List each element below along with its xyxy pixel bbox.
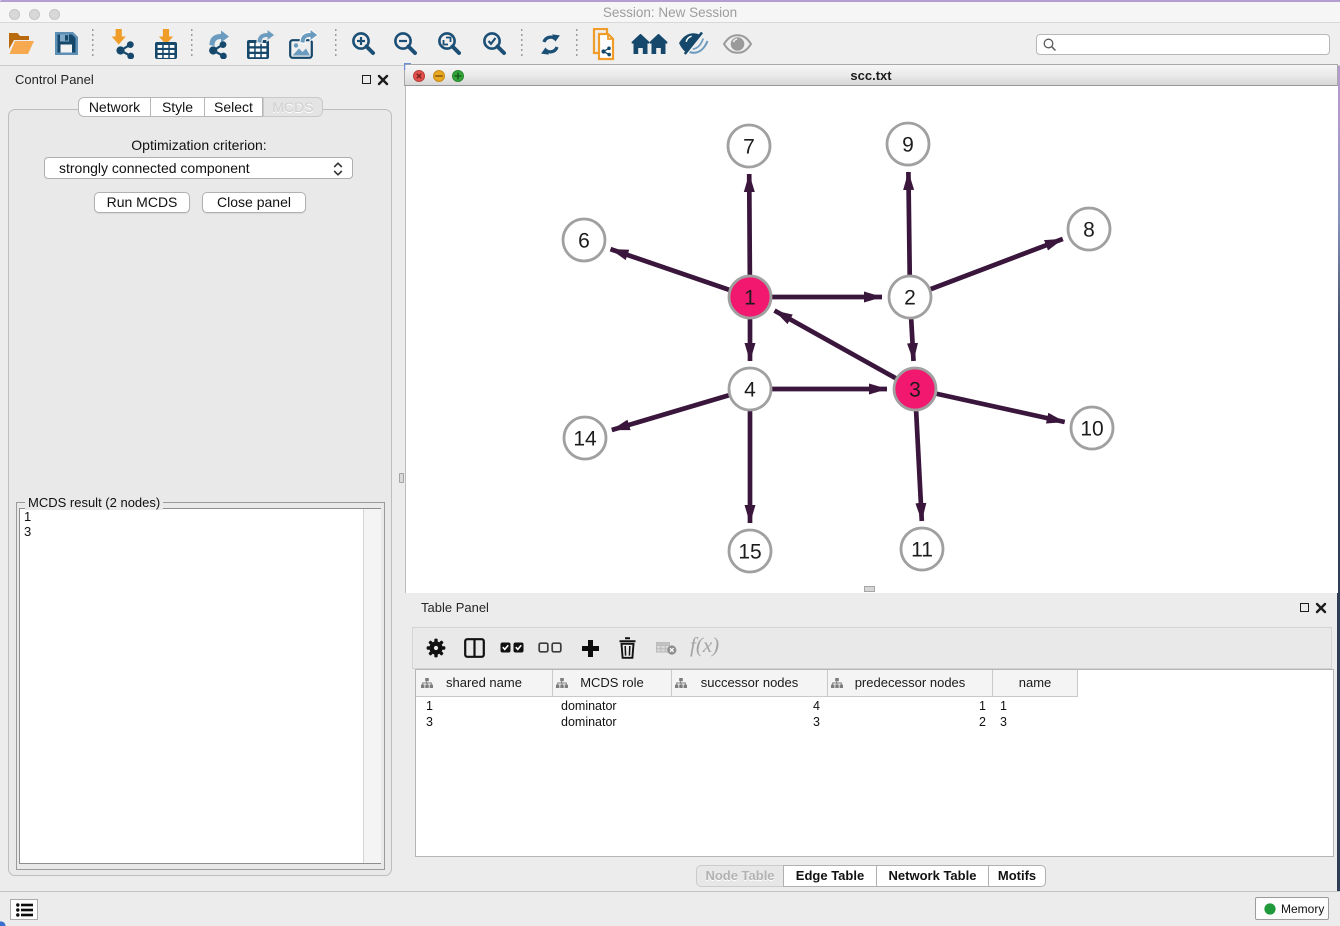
svg-text:15: 15	[738, 541, 761, 564]
svg-text:9: 9	[902, 134, 914, 157]
svg-text:10: 10	[1080, 418, 1103, 441]
svg-text:3: 3	[909, 379, 921, 402]
svg-text:6: 6	[578, 230, 590, 253]
svg-text:8: 8	[1083, 219, 1095, 242]
svg-text:2: 2	[904, 287, 916, 310]
svg-text:4: 4	[744, 379, 756, 402]
svg-text:11: 11	[911, 539, 933, 562]
svg-text:14: 14	[573, 428, 597, 451]
svg-text:7: 7	[743, 136, 755, 159]
svg-text:1: 1	[744, 287, 756, 310]
